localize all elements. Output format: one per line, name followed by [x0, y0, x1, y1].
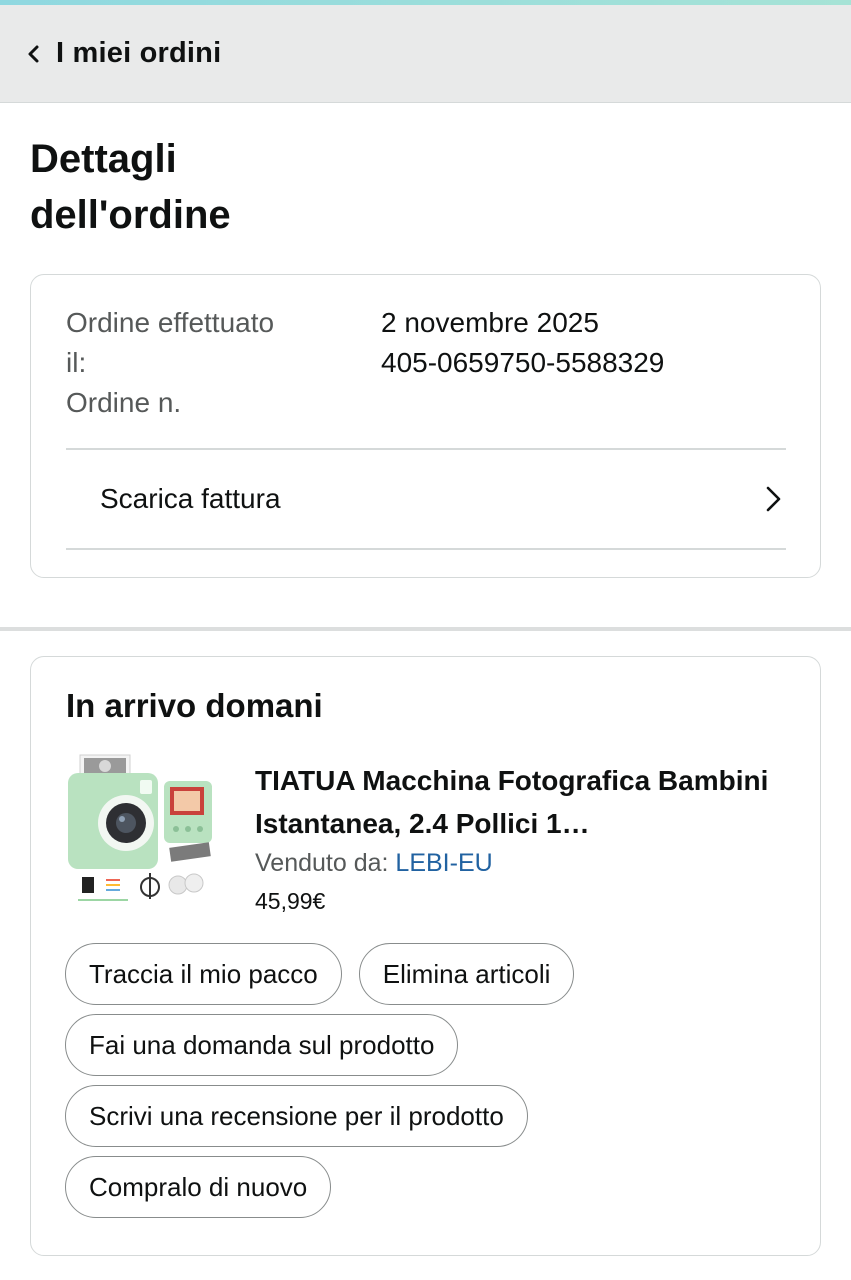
product-image[interactable]	[66, 753, 216, 905]
page-title-line-2: dell'ordine	[30, 193, 231, 237]
order-number-value: 405-0659750-5588329	[381, 347, 665, 378]
actions-row: Scrivi una recensione per il prodotto	[65, 1085, 785, 1147]
chevron-left-icon	[26, 44, 42, 64]
ask-product-question-button[interactable]: Fai una domanda sul prodotto	[65, 1014, 459, 1076]
order-meta-values: 2 novembre 2025 405-0659750-5588329	[381, 303, 801, 383]
track-package-button[interactable]: Traccia il mio pacco	[65, 943, 342, 1005]
buy-again-button[interactable]: Compralo di nuovo	[65, 1156, 332, 1218]
order-actions: Traccia il mio pacco Elimina articoli Fa…	[65, 943, 785, 1227]
order-info-card: Ordine effettuato il: Ordine n. 2 novemb…	[30, 274, 821, 578]
product-title-link[interactable]: TIATUA Macchina Fotografica Bambini Ista…	[255, 759, 795, 845]
product-info: TIATUA Macchina Fotografica Bambini Ista…	[255, 759, 795, 915]
shipment-card: In arrivo domani TIATUA Macchina Fotogra…	[30, 656, 821, 1256]
back-link-label: I miei ordini	[56, 37, 222, 69]
order-number-label: Ordine n.	[66, 387, 182, 418]
divider	[66, 548, 786, 550]
actions-row: Traccia il mio pacco Elimina articoli	[65, 943, 785, 1005]
seller-link[interactable]: LEBI-EU	[395, 849, 492, 877]
download-invoice-label: Scarica fattura	[100, 482, 281, 514]
write-review-button[interactable]: Scrivi una recensione per il prodotto	[65, 1085, 528, 1147]
order-date-label-line-1: Ordine effettuato	[66, 307, 275, 338]
page-title-line-1: Dettagli	[30, 137, 177, 181]
actions-row: Compralo di nuovo	[65, 1156, 785, 1218]
product-price: 45,99€	[255, 888, 326, 914]
order-date-value: 2 novembre 2025	[381, 307, 599, 338]
chevron-right-icon	[762, 484, 786, 514]
seller-label: Venduto da:	[255, 849, 389, 877]
delete-items-button[interactable]: Elimina articoli	[358, 943, 575, 1005]
order-date-label-line-2: il:	[66, 347, 87, 378]
order-meta: Ordine effettuato il: Ordine n. 2 novemb…	[66, 303, 786, 433]
page-title: Dettagli dell'ordine	[30, 131, 430, 243]
download-invoice-row[interactable]: Scarica fattura	[66, 450, 786, 547]
delivery-status-title: In arrivo domani	[66, 687, 323, 724]
section-separator	[0, 627, 851, 631]
back-to-orders-link[interactable]: I miei ordini	[0, 5, 851, 103]
seller-line: Venduto da: LEBI-EU	[255, 849, 795, 878]
actions-row: Fai una domanda sul prodotto	[65, 1014, 785, 1076]
order-meta-labels: Ordine effettuato il: Ordine n.	[66, 303, 341, 423]
